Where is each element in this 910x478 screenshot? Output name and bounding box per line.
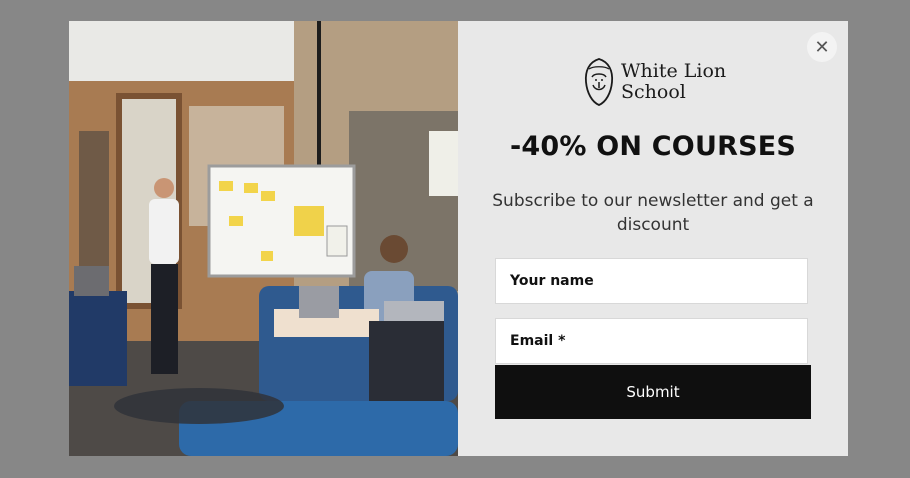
close-button[interactable]: ✕ (807, 32, 837, 62)
name-input[interactable]: Your name (495, 258, 808, 304)
school-logo: White Lion School (583, 57, 731, 107)
lion-logo-icon (584, 58, 614, 106)
email-input[interactable]: Email * (495, 318, 808, 364)
office-team-photo (69, 21, 458, 456)
name-input-placeholder: Your name (510, 273, 594, 289)
discount-headline: -40% ON COURSES (510, 131, 796, 162)
close-icon: ✕ (814, 36, 830, 58)
submit-button[interactable]: Submit (495, 365, 811, 419)
newsletter-subtitle: Subscribe to our newsletter and get a di… (492, 191, 814, 235)
newsletter-popup: ✕ White Lion School -40% ON COURSES Subs… (69, 21, 848, 456)
email-input-placeholder: Email * (510, 333, 566, 349)
logo-text: White Lion School (621, 60, 727, 103)
